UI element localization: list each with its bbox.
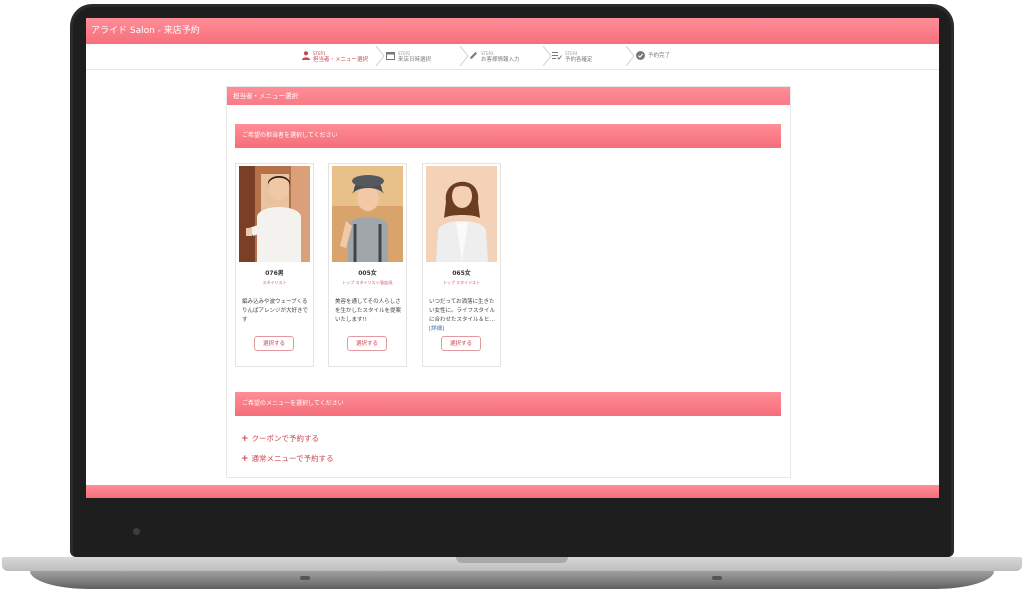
staff-role: トップ スタイリスト [442,280,481,285]
laptop-foot [712,576,722,580]
regular-menu-booking-link[interactable]: + 通常メニューで予約する [241,453,334,464]
regular-menu-booking-label: 通常メニューで予約する [251,454,334,463]
staff-photo [332,166,403,262]
panel-title: 担当者・メニュー選択 [227,87,790,105]
step-4-label: 予約各確定 [565,56,593,63]
detail-link[interactable]: [詳細] [429,326,444,332]
check-circle-icon [636,50,645,63]
step-3: STEP3 お客様情報入力 [469,47,520,66]
coupon-booking-link[interactable]: + クーポンで予約する [241,433,319,444]
step-4-number: STEP4 [565,50,578,56]
staff-photo [239,166,310,262]
app-footer [86,485,939,498]
selection-panel: 担当者・メニュー選択 ご希望の担当者を選択してください 076男 スタイリスト [226,86,791,478]
step-1-number: STEP1 [313,50,326,56]
menu-section-title: ご希望のメニューを選択してください [235,392,781,416]
step-progress: STEP1 担当者・メニュー選択 STEP2 来店日時選択 STEP3 お客様情… [86,44,939,70]
app-screen: アライド Salon - 来店予約 STEP1 担当者・メニュー選択 STEP2… [86,18,939,498]
app-title: アライド Salon - 来店予約 [91,26,200,36]
step-5: 予約完了 [636,47,670,66]
staff-name: 005女 [358,270,377,277]
chevron-right-icon [374,45,386,67]
step-4: STEP4 予約各確定 [552,47,593,66]
select-staff-button[interactable]: 選択する [347,336,387,351]
staff-description-text: 編み込みや波ウェーブくるりんぱアレンジが大好きです [242,299,309,323]
step-2-number: STEP2 [398,50,411,56]
staff-card: 005女 トップ スタイリスト/副店長 美容を通してその人らしさを生かしたスタイ… [328,163,407,367]
staff-description-text: いつだってお洒落に生きたい女性に。ライフスタイルに合わせたスタイル＆ヒ… [429,299,496,323]
step-1-label: 担当者・メニュー選択 [313,56,369,63]
laptop-foot [300,576,310,580]
step-3-label: お客様情報入力 [481,56,520,63]
staff-card: 076男 スタイリスト 編み込みや波ウェーブくるりんぱアレンジが大好きです 選択… [235,163,314,367]
app-header: アライド Salon - 来店予約 [86,18,939,44]
staff-description: 編み込みや波ウェーブくるりんぱアレンジが大好きです [242,298,310,325]
person-icon [302,50,310,63]
staff-card: 065女 トップ スタイリスト いつだってお洒落に生きたい女性に。ライフスタイル… [422,163,501,367]
plus-icon: + [241,454,249,464]
staff-description-text: 美容を通してその人らしさを生かしたスタイルを提案いたします!! [335,299,402,323]
step-2-label: 来店日時選択 [398,56,432,63]
staff-description: 美容を通してその人らしさを生かしたスタイルを提案いたします!! [335,298,403,325]
staff-role: スタイリスト [262,280,287,285]
staff-description: いつだってお洒落に生きたい女性に。ライフスタイルに合わせたスタイル＆ヒ… [詳細… [429,298,497,334]
chevron-right-icon [624,45,636,67]
plus-icon: + [241,434,249,444]
staff-photo [426,166,497,262]
list-check-icon [552,51,562,63]
laptop-base-bottom [30,571,994,589]
coupon-booking-label: クーポンで予約する [251,434,320,443]
laptop-notch [456,557,568,563]
select-staff-button[interactable]: 選択する [441,336,481,351]
step-2: STEP2 来店日時選択 [386,47,431,66]
step-1: STEP1 担当者・メニュー選択 [302,47,368,66]
staff-role: トップ スタイリスト/副店長 [342,280,393,285]
calendar-icon [386,51,395,63]
step-3-number: STEP3 [481,50,494,56]
pencil-icon [469,51,478,63]
staff-section-title: ご希望の担当者を選択してください [235,124,781,148]
step-5-label: 予約完了 [648,53,671,59]
select-staff-button[interactable]: 選択する [254,336,294,351]
staff-name: 076男 [265,270,284,277]
staff-name: 065女 [452,270,471,277]
webcam-dot [133,528,140,535]
